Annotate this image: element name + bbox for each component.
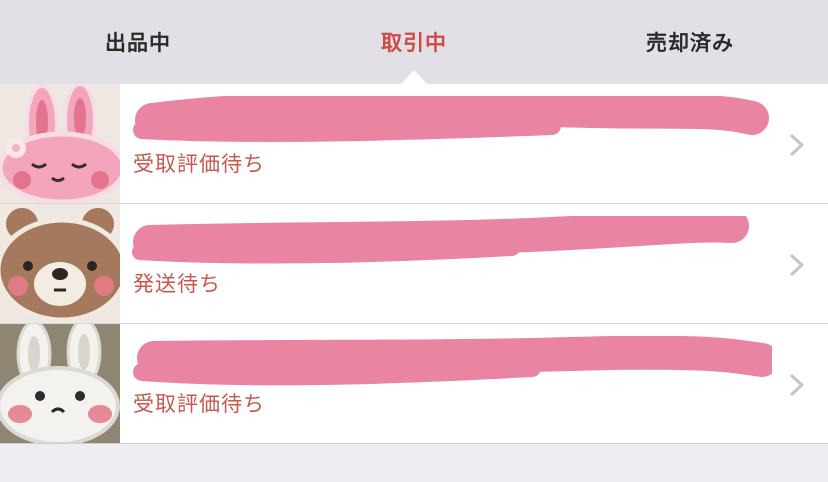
- status-label: 受取評価待ち: [133, 392, 265, 416]
- tab-sold[interactable]: 売却済み: [592, 0, 788, 84]
- tab-bar: 出品中 取引中 売却済み: [0, 0, 828, 84]
- tab-selling[interactable]: 出品中: [40, 0, 236, 84]
- active-tab-indicator: [401, 70, 427, 84]
- item-title: [134, 226, 754, 256]
- status-label: 受取評価待ち: [133, 152, 265, 176]
- transactions-screen: 出品中 取引中 売却済み 受取評価待ち 発送待ち 受取評価待ち: [0, 0, 828, 482]
- list-item[interactable]: 受取評価待ち: [0, 324, 828, 444]
- chevron-right-icon: [790, 254, 804, 276]
- white-bunny-sticker-icon: [0, 324, 120, 443]
- item-title: [134, 346, 754, 376]
- item-title: [134, 106, 754, 136]
- list-item[interactable]: 発送待ち: [0, 204, 828, 324]
- status-label: 発送待ち: [133, 272, 221, 296]
- chevron-right-icon: [790, 134, 804, 156]
- chevron-right-icon: [790, 374, 804, 396]
- transaction-list: 受取評価待ち 発送待ち 受取評価待ち: [0, 84, 828, 444]
- brown-bear-sticker-icon: [0, 204, 120, 323]
- list-item[interactable]: 受取評価待ち: [0, 84, 828, 204]
- pink-bunny-sticker-icon: [0, 84, 120, 203]
